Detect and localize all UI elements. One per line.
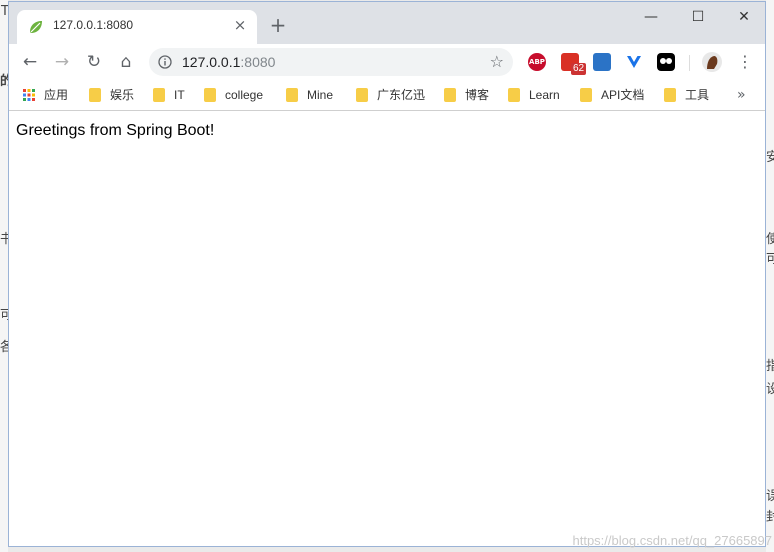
forward-button[interactable]: → bbox=[50, 50, 74, 74]
info-icon[interactable] bbox=[158, 54, 172, 69]
bookmark-folder[interactable]: 工具 bbox=[664, 85, 709, 105]
adblock-plus-icon[interactable]: ABP bbox=[528, 53, 546, 71]
home-button[interactable]: ⌂ bbox=[114, 50, 138, 74]
reload-button[interactable]: ↻ bbox=[82, 50, 106, 74]
extension-badge-count: 62 bbox=[571, 63, 587, 75]
greeting-text: Greetings from Spring Boot! bbox=[16, 122, 215, 139]
bookmark-label: college bbox=[225, 88, 264, 102]
tab-strip: 127.0.0.1:8080 × + — ☐ ✕ bbox=[9, 2, 765, 44]
apps-grid-icon bbox=[23, 87, 35, 101]
page-content: Greetings from Spring Boot! bbox=[9, 111, 765, 546]
watermark: https://blog.csdn.net/qq_27665897 bbox=[572, 533, 773, 548]
bookmark-folder[interactable]: 广东亿迅 bbox=[356, 85, 425, 105]
bookmark-folder[interactable]: API文档 bbox=[580, 85, 644, 105]
vue-devtools-icon[interactable] bbox=[625, 53, 643, 71]
folder-icon bbox=[664, 88, 676, 102]
translate-icon[interactable] bbox=[593, 53, 611, 71]
bookmark-folder[interactable]: 娱乐 bbox=[89, 85, 134, 105]
background-page-right: 安 使 可 指 设 误 封 bbox=[766, 0, 774, 552]
folder-icon bbox=[444, 88, 456, 102]
folder-icon bbox=[356, 88, 368, 102]
bookmarks-overflow-button[interactable]: » bbox=[737, 85, 746, 105]
url-port: :8080 bbox=[240, 54, 276, 70]
folder-icon bbox=[580, 88, 592, 102]
bookmark-folder[interactable]: IT bbox=[153, 85, 185, 105]
background-text: 使 bbox=[766, 232, 774, 247]
folder-icon bbox=[153, 88, 165, 102]
bookmark-label: 工具 bbox=[685, 88, 710, 102]
folder-icon bbox=[204, 88, 216, 102]
new-tab-button[interactable]: + bbox=[267, 14, 289, 36]
close-window-button[interactable]: ✕ bbox=[729, 8, 759, 26]
bookmark-apps[interactable]: 应用 bbox=[23, 85, 68, 105]
browser-window: 127.0.0.1:8080 × + — ☐ ✕ ← → ↻ ⌂ 127.0.0… bbox=[8, 1, 766, 547]
tab-active[interactable]: 127.0.0.1:8080 × bbox=[17, 10, 257, 44]
background-text: 误 bbox=[766, 489, 774, 504]
bookmark-label: 娱乐 bbox=[110, 88, 135, 102]
minimize-button[interactable]: — bbox=[636, 8, 666, 26]
bookmark-folder[interactable]: Learn bbox=[508, 85, 560, 105]
bookmark-folder[interactable]: college bbox=[204, 85, 263, 105]
bookmarks-bar: 应用 娱乐 IT college Mine 广东亿迅 博客 Learn API文… bbox=[9, 80, 765, 111]
background-text: 指 bbox=[766, 359, 774, 374]
bookmark-label: 博客 bbox=[465, 88, 490, 102]
tampermonkey-icon[interactable] bbox=[657, 53, 675, 71]
background-text: 安 bbox=[766, 150, 774, 165]
profile-avatar[interactable] bbox=[702, 52, 722, 72]
bookmark-label: 应用 bbox=[44, 88, 69, 102]
bookmark-star-icon[interactable]: ☆ bbox=[490, 52, 504, 71]
folder-icon bbox=[89, 88, 101, 102]
maximize-button[interactable]: ☐ bbox=[683, 8, 713, 26]
tab-close-icon[interactable]: × bbox=[231, 16, 249, 34]
folder-icon bbox=[508, 88, 520, 102]
url-text[interactable]: 127.0.0.1:8080 bbox=[182, 54, 275, 70]
spring-leaf-icon bbox=[28, 19, 44, 35]
bookmark-label: API文档 bbox=[601, 88, 645, 102]
background-text: 可 bbox=[766, 252, 774, 267]
browser-menu-button[interactable]: ⋮ bbox=[737, 50, 753, 74]
bookmark-label: 广东亿迅 bbox=[377, 88, 426, 102]
background-page-left: T 的 书 可 各 bbox=[0, 0, 13, 552]
tab-title: 127.0.0.1:8080 bbox=[53, 18, 134, 32]
folder-icon bbox=[286, 88, 298, 102]
bookmark-folder[interactable]: Mine bbox=[286, 85, 333, 105]
bookmark-label: IT bbox=[174, 88, 185, 102]
background-text: 设 bbox=[766, 382, 774, 397]
toolbar-divider bbox=[689, 55, 690, 71]
toolbar: ← → ↻ ⌂ 127.0.0.1:8080 ☆ ABP 62 ⋮ bbox=[9, 44, 765, 80]
back-button[interactable]: ← bbox=[18, 50, 42, 74]
bookmark-label: Learn bbox=[529, 88, 560, 102]
extension-badge-icon[interactable]: 62 bbox=[561, 53, 587, 75]
address-bar[interactable]: 127.0.0.1:8080 ☆ bbox=[149, 48, 513, 76]
bookmark-folder[interactable]: 博客 bbox=[444, 85, 489, 105]
url-host: 127.0.0.1 bbox=[182, 54, 241, 70]
bookmark-label: Mine bbox=[307, 88, 334, 102]
background-text: 封 bbox=[766, 510, 774, 525]
